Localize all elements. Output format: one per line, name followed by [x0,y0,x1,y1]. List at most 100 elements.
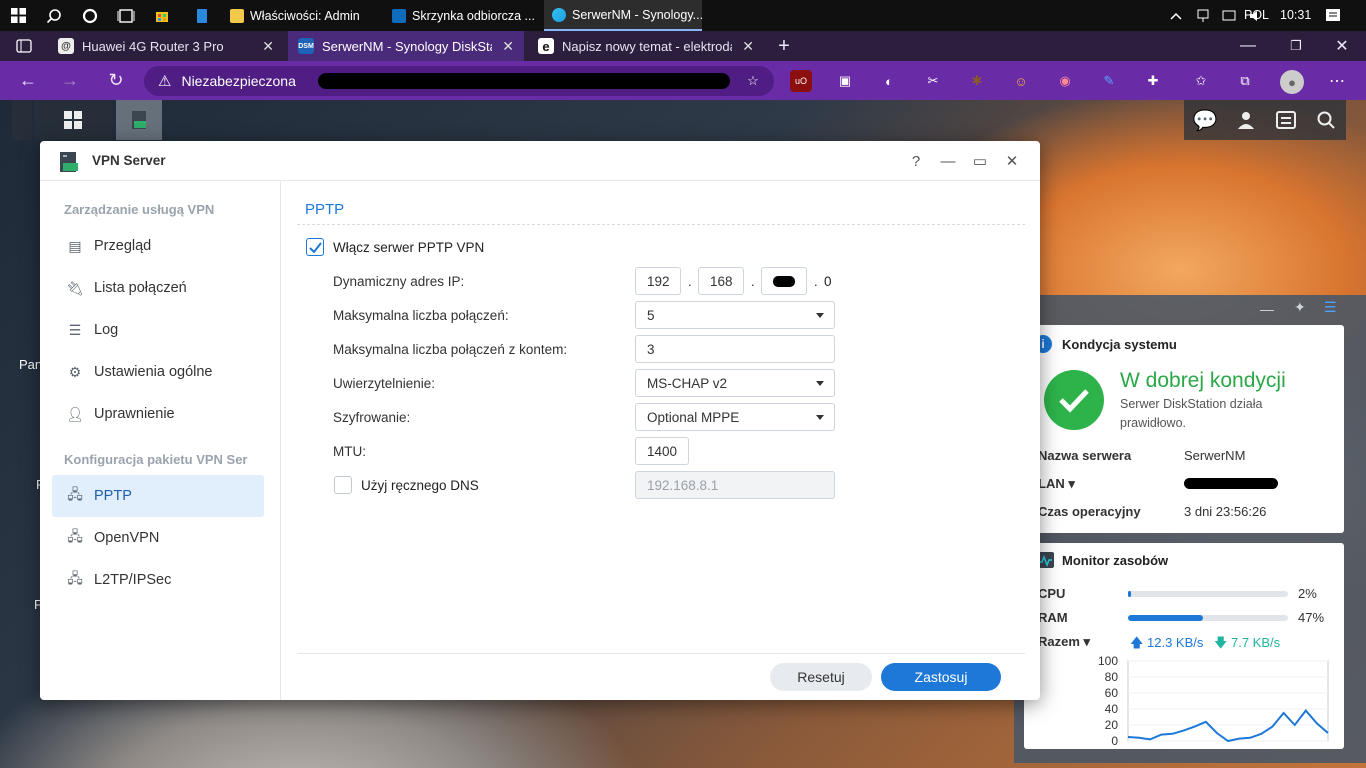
sidebar: Zarządzanie usługą VPN ▤ Przegląd 🔌︎ Lis… [40,181,281,700]
manual-dns-checkbox[interactable] [334,476,352,494]
enable-pptp-checkbox[interactable] [306,238,324,256]
sidebar-item-overview[interactable]: ▤ Przegląd [52,225,264,267]
windows-start-icon[interactable] [0,0,36,31]
collections-icon[interactable]: ⧉ [1234,70,1256,92]
add-favorite-icon[interactable]: ☆ [742,70,764,92]
sidebar-item-connections[interactable]: 🔌︎ Lista połączeń [52,267,264,309]
help-icon[interactable]: ? [900,141,932,181]
main-menu-icon[interactable] [34,100,112,140]
section-heading: PPTP [305,201,345,218]
sidebar-item-privileges[interactable]: 👤︎ Uprawnienie [52,393,264,435]
sidebar-item-openvpn[interactable]: 🖧︎ OpenVPN [52,517,264,559]
extension-icon[interactable]: ◉ [1054,70,1076,92]
display-icon[interactable] [1216,0,1242,31]
app-blue-icon[interactable] [184,0,220,31]
minimize-window-icon[interactable]: — [1228,31,1268,61]
tab-close-icon[interactable]: ✕ [742,38,754,55]
network-icon[interactable] [1190,0,1216,31]
window-title: VPN Server [92,153,166,168]
taskbar-app-edge[interactable]: SerwerNM - Synology... [544,0,702,31]
ip-octet-1[interactable]: 192 [635,267,681,295]
widget-pin-icon[interactable]: ✦ [1294,299,1306,316]
close-window-icon[interactable]: ✕ [1322,31,1362,61]
dropdown-arrow-icon [816,312,824,318]
extension-icon[interactable]: ✎ [1098,70,1120,92]
authentication-select[interactable]: MS-CHAP v2 [635,369,835,397]
minimize-icon[interactable]: — [932,141,964,181]
extension-icon[interactable]: ✂ [922,70,944,92]
sidebar-item-log[interactable]: ☰ Log [52,309,264,351]
maximize-icon[interactable]: ▭ [964,141,996,181]
refresh-icon[interactable]: ↻ [96,61,136,100]
encryption-select[interactable]: Optional MPPE [635,403,835,431]
enable-pptp-label: Włącz serwer PPTP VPN [333,240,485,255]
url-bar[interactable]: ⚠ Niezabezpieczona [144,66,774,96]
network-chart: 100 80 60 40 20 0 [1098,654,1329,747]
sidebar-item-l2tp[interactable]: 🖧︎ L2TP/IPSec [52,559,264,601]
taskbar-app-properties[interactable]: Właściwości: Admin [222,0,378,31]
network-dropdown[interactable]: Razem ▾ [1038,634,1090,650]
elektroda-favicon-icon: e [538,38,554,54]
extension-icon[interactable]: ◐ [878,70,900,92]
forward-icon[interactable]: → [50,61,90,100]
search-icon[interactable] [1306,100,1346,140]
vpn-server-app-icon [58,151,80,173]
restore-window-icon[interactable]: ❐ [1276,31,1316,61]
tab-close-icon[interactable]: ✕ [262,38,274,55]
chat-icon[interactable]: 💬 [1184,100,1226,140]
tab-close-icon[interactable]: ✕ [502,38,514,55]
sidebar-item-pptp[interactable]: 🖧︎ PPTP [52,475,264,517]
tab-actions-icon[interactable] [4,31,44,61]
uptime-value: 3 dni 23:56:26 [1184,504,1267,519]
back-icon[interactable]: ← [8,61,48,100]
profile-avatar[interactable]: ● [1280,70,1304,94]
tab-favicon-icon: @ [58,38,74,54]
widget-settings-icon[interactable]: ☰ [1324,299,1337,316]
task-view-icon[interactable] [108,0,144,31]
extensions-puzzle-icon[interactable]: ✚ [1142,70,1164,92]
extension-icon[interactable]: ✱ [966,70,988,92]
widgets-icon[interactable] [1266,100,1306,140]
user-lock-icon: 👤︎ [66,405,84,422]
window-titlebar[interactable]: VPN Server ? — ▭ ✕ [40,141,1040,181]
ip-octet-2[interactable]: 168 [698,267,744,295]
favorites-icon[interactable]: ✩ [1190,70,1212,92]
desktop-shortcut-label[interactable]: Pan [19,357,42,372]
address-bar-area: ← → ↻ ⚠ Niezabezpieczona ☆ uO ▣ ◐ ✂ ✱ ☺ … [0,61,1366,100]
lan-dropdown[interactable]: LAN ▾ [1038,476,1075,492]
store-icon[interactable] [144,0,180,31]
widget-minimize-icon[interactable]: — [1260,301,1274,317]
search-icon[interactable] [36,0,72,31]
apply-button[interactable]: Zastosuj [881,663,1001,691]
manual-dns-input[interactable]: 192.168.8.1 [635,471,835,499]
dsm-favicon-icon: DSM [298,38,314,54]
more-options-icon[interactable]: ⋯ [1326,70,1348,92]
cortana-icon[interactable] [72,0,108,31]
language-indicator[interactable]: POL [1244,8,1269,22]
taskbar-app-outlook[interactable]: Skrzynka odbiorcza ... [384,0,540,31]
tab-synology[interactable]: DSM SerwerNM - Synology DiskStation ✕ [288,31,524,61]
close-icon[interactable]: ✕ [996,141,1028,181]
extension-icon[interactable]: ▣ [834,70,856,92]
ram-label: RAM [1038,610,1068,625]
clock[interactable]: 10:31 [1280,8,1311,22]
max-account-connections-input[interactable]: 3 [635,335,835,363]
health-description: Serwer DiskStation działa [1120,397,1263,411]
chevron-up-icon[interactable] [1162,0,1190,31]
plug-icon: 🔌︎ [66,279,84,296]
max-connections-select[interactable]: 5 [635,301,835,329]
edge-icon [552,7,566,22]
ip-octet-3[interactable] [761,267,807,295]
chart-y-tick-label: 100 [1098,654,1118,668]
notifications-icon[interactable] [1316,0,1350,31]
sidebar-item-general-settings[interactable]: ⚙ Ustawienia ogólne [52,351,264,393]
mtu-input[interactable]: 1400 [635,437,689,465]
vpn-server-taskbar-icon[interactable] [116,100,162,140]
extension-icon[interactable]: ☺ [1010,70,1032,92]
new-tab-icon[interactable]: + [764,31,804,61]
ublock-icon[interactable]: uO [790,70,812,92]
reset-button[interactable]: Resetuj [770,663,872,691]
tab-huawei-router[interactable]: @ Huawei 4G Router 3 Pro ✕ [48,31,284,61]
user-icon[interactable] [1226,100,1266,140]
tab-elektroda[interactable]: e Napisz nowy temat - elektroda.p ✕ [528,31,764,61]
